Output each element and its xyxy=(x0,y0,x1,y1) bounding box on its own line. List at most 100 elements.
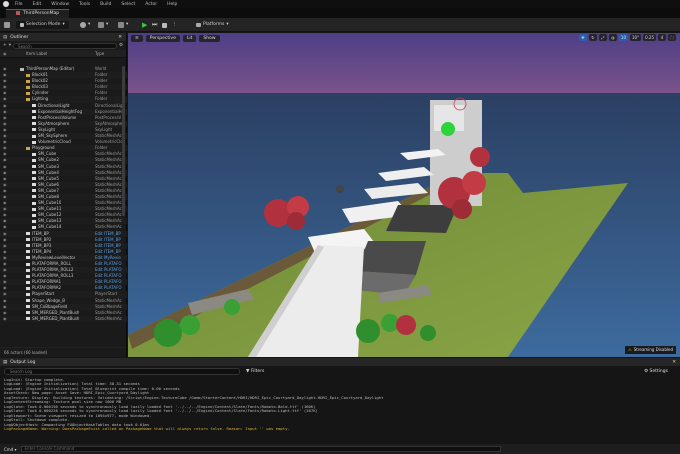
visibility-eye-icon[interactable]: ◉ xyxy=(3,249,7,255)
visibility-eye-icon[interactable]: ◉ xyxy=(3,121,7,127)
visibility-eye-icon[interactable]: ◉ xyxy=(3,200,7,206)
visibility-eye-icon[interactable]: ◉ xyxy=(3,90,7,96)
edit-blueprint-link[interactable]: Edit ITEM_BP xyxy=(95,231,123,237)
visibility-eye-icon[interactable]: ◉ xyxy=(3,115,7,121)
play-button[interactable]: ▶ xyxy=(142,21,147,29)
level-viewport[interactable]: ≡ Perspective Lit Show ✥ ↻ ⤢ ◍ 10 10° 0.… xyxy=(128,33,680,357)
outliner-row-type: PostProcessV xyxy=(95,114,122,120)
close-icon[interactable]: ✕ xyxy=(672,360,676,365)
filter-icon[interactable]: ▾ xyxy=(9,43,11,48)
menu-edit[interactable]: Edit xyxy=(28,2,47,7)
visibility-eye-icon[interactable]: ◉ xyxy=(3,194,7,200)
add-content-button[interactable]: ▾ xyxy=(80,21,90,29)
edit-blueprint-link[interactable]: Edit PLATAFO xyxy=(95,267,123,273)
outliner-search-input[interactable]: Search xyxy=(13,42,117,49)
visibility-eye-icon[interactable]: ◉ xyxy=(3,224,7,230)
tab-third-person-map[interactable]: ThirdPersonMap xyxy=(6,9,70,18)
visibility-eye-icon[interactable]: ◉ xyxy=(3,72,7,78)
outliner-scrollbar[interactable] xyxy=(122,66,125,216)
viewport-menu-button[interactable]: ≡ xyxy=(131,34,143,42)
edit-blueprint-link[interactable]: Edit ITEM_BP xyxy=(95,237,123,243)
add-icon[interactable]: + xyxy=(3,43,7,48)
show-button[interactable]: Show xyxy=(199,34,220,42)
edit-blueprint-link[interactable]: Edit ITEM_BP xyxy=(95,243,123,249)
menu-tools[interactable]: Tools xyxy=(74,2,95,7)
perspective-button[interactable]: Perspective xyxy=(145,34,180,42)
visibility-eye-icon[interactable]: ◉ xyxy=(3,84,7,90)
cmd-dropdown[interactable]: Cmd ▾ xyxy=(4,447,17,452)
edit-blueprint-link[interactable]: Edit PLATAFO xyxy=(95,279,123,285)
visibility-eye-icon[interactable]: ◉ xyxy=(3,237,7,243)
close-icon[interactable]: ✕ xyxy=(118,35,122,40)
selection-mode-dropdown[interactable]: Selection Mode ▾ xyxy=(16,21,69,29)
settings-icon[interactable]: ⚙ xyxy=(119,43,123,48)
visibility-eye-icon[interactable]: ◉ xyxy=(3,206,7,212)
visibility-eye-icon[interactable]: ◉ xyxy=(3,157,7,163)
visibility-eye-icon[interactable]: ◉ xyxy=(3,103,7,109)
outliner-row-name: VolumetricCloud xyxy=(38,139,71,145)
actor-icon xyxy=(26,280,30,284)
visibility-eye-icon[interactable]: ◉ xyxy=(3,304,7,310)
visibility-eye-icon[interactable]: ◉ xyxy=(3,231,7,237)
visibility-eye-icon[interactable]: ◉ xyxy=(3,139,7,145)
visibility-eye-icon[interactable]: ◉ xyxy=(3,164,7,170)
visibility-eye-icon[interactable]: ◉ xyxy=(3,188,7,194)
platforms-dropdown[interactable]: Platforms ▾ xyxy=(196,21,229,29)
menu-build[interactable]: Build xyxy=(95,2,116,7)
visibility-eye-icon[interactable]: ◉ xyxy=(3,133,7,139)
column-item-label[interactable]: Item Label xyxy=(26,51,47,56)
visibility-eye-icon[interactable]: ◉ xyxy=(3,285,7,291)
blueprint-button[interactable]: ▾ xyxy=(98,21,108,29)
log-settings-button[interactable]: ⚙ Settings xyxy=(644,369,668,374)
outliner-row-label: PLATAFORMA_ROLL xyxy=(26,261,71,267)
visibility-eye-icon[interactable]: ◉ xyxy=(3,182,7,188)
visibility-eye-icon[interactable]: ◉ xyxy=(3,316,7,322)
menu-window[interactable]: Window xyxy=(46,2,74,7)
outliner-row-name: ThirdPersonMap (Editor) xyxy=(26,66,75,71)
visibility-eye-icon[interactable]: ◉ xyxy=(3,176,7,182)
visibility-eye-icon[interactable]: ◉ xyxy=(3,298,7,304)
visibility-eye-icon[interactable]: ◉ xyxy=(3,279,7,285)
unreal-logo-icon[interactable] xyxy=(2,0,10,8)
visibility-eye-icon[interactable]: ◉ xyxy=(3,218,7,224)
outliner-row[interactable]: ◉ SM_MERGED_PlantBush StaticMeshAc xyxy=(0,315,127,322)
outliner-row-label: SkyAtmosphere xyxy=(32,121,69,127)
edit-blueprint-link[interactable]: Edit PLATAFO xyxy=(95,273,123,279)
visibility-eye-icon[interactable]: ◉ xyxy=(3,255,7,261)
cinematics-button[interactable]: ▾ xyxy=(118,21,128,29)
log-search-input[interactable]: Search Log xyxy=(4,368,240,375)
visibility-eye-icon[interactable]: ◉ xyxy=(3,66,7,72)
save-button[interactable] xyxy=(4,21,10,29)
filters-dropdown[interactable]: ▼ Filters xyxy=(246,369,264,374)
edit-blueprint-link[interactable]: Edit ITEM_BP xyxy=(95,249,123,255)
visibility-eye-icon[interactable]: ◉ xyxy=(3,145,7,151)
column-type[interactable]: Type xyxy=(95,51,104,56)
outliner-row-name: SM_Cube5 xyxy=(38,175,59,181)
visibility-eye-icon[interactable]: ◉ xyxy=(3,261,7,267)
visibility-eye-icon[interactable]: ◉ xyxy=(3,78,7,84)
menu-help[interactable]: Help xyxy=(162,2,182,7)
visibility-eye-icon[interactable]: ◉ xyxy=(3,212,7,218)
visibility-eye-icon[interactable]: ◉ xyxy=(3,109,7,115)
edit-blueprint-link[interactable]: Edit PLATAFO xyxy=(95,261,123,267)
visibility-eye-icon[interactable]: ◉ xyxy=(3,96,7,102)
simulate-button[interactable]: ⏭ xyxy=(152,21,157,29)
lit-button[interactable]: Lit xyxy=(182,34,197,42)
menu-file[interactable]: File xyxy=(10,2,28,7)
edit-blueprint-link[interactable]: Edit MyRevie xyxy=(95,255,123,261)
visibility-eye-icon[interactable]: ◉ xyxy=(3,273,7,279)
visibility-eye-icon[interactable]: ◉ xyxy=(3,127,7,133)
menu-actor[interactable]: Actor xyxy=(140,2,162,7)
visibility-eye-icon[interactable]: ◉ xyxy=(3,151,7,157)
stop-button[interactable] xyxy=(162,21,167,29)
visibility-eye-icon[interactable]: ◉ xyxy=(3,170,7,176)
menu-select[interactable]: Select xyxy=(116,2,140,7)
visibility-eye-icon[interactable]: ◉ xyxy=(3,267,7,273)
visibility-eye-icon[interactable]: ◉ xyxy=(3,243,7,249)
console-command-input[interactable]: Enter Console Command xyxy=(20,446,501,452)
visibility-eye-icon[interactable]: ◉ xyxy=(3,310,7,316)
visibility-eye-icon[interactable]: ◉ xyxy=(3,291,7,297)
play-options-button[interactable]: ⋮ xyxy=(172,21,177,29)
edit-blueprint-link[interactable]: Edit PLATAFO xyxy=(95,285,123,291)
outliner-row-name: SM_Cube10 xyxy=(38,200,62,206)
